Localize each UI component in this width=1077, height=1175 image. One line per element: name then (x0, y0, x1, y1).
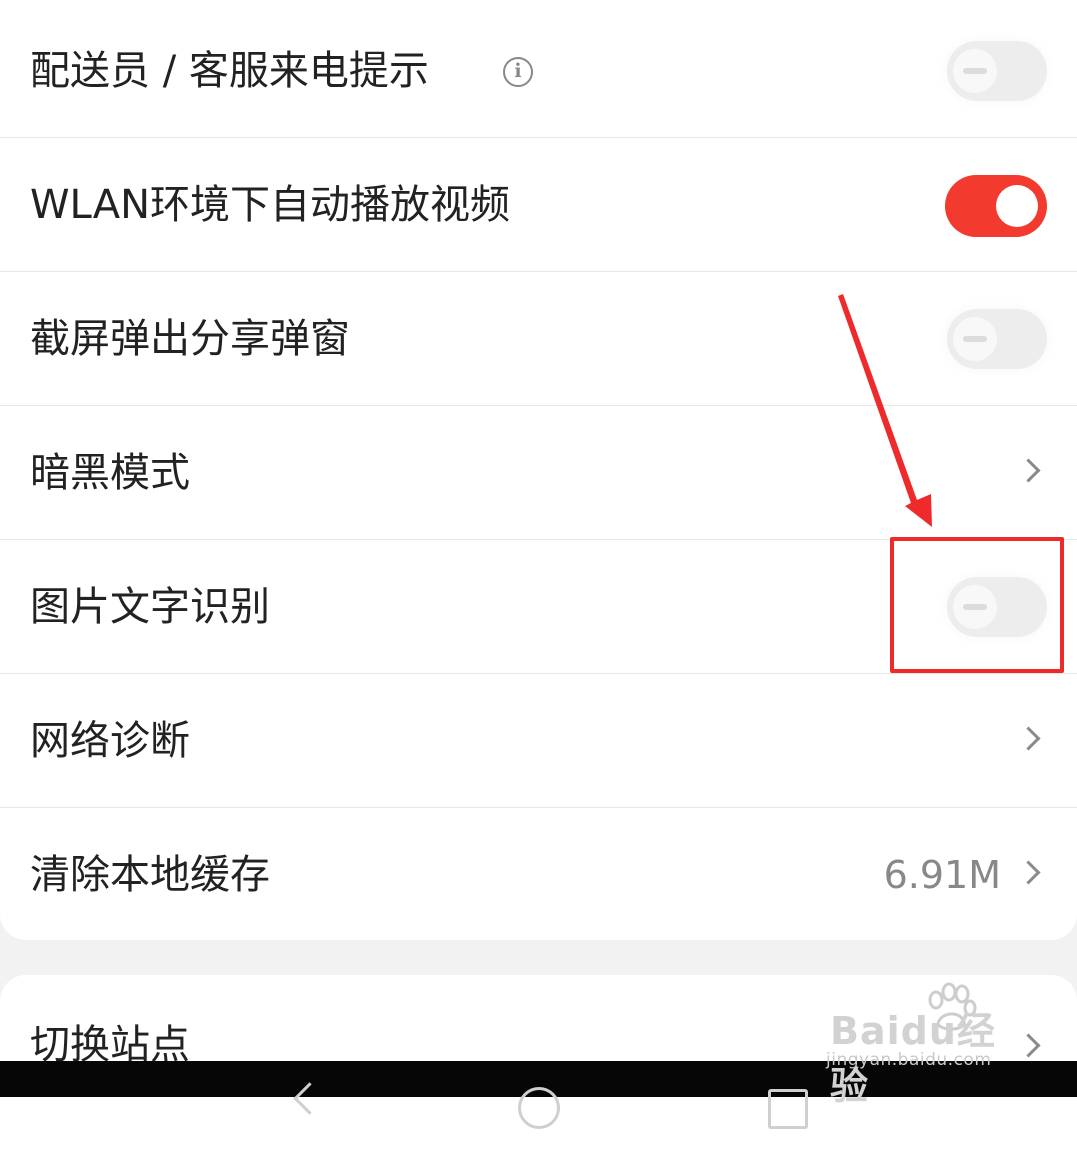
watermark-url: jingyan.baidu.com (826, 1050, 992, 1070)
watermark: Baidu经验 jingyan.baidu.com (826, 980, 1026, 1108)
arrow-shape (838, 294, 932, 527)
annotation-highlight-box (890, 537, 1064, 673)
